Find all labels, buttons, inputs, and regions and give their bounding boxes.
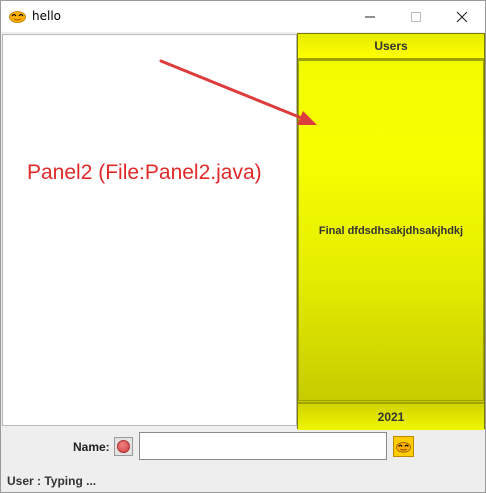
- name-input[interactable]: [139, 432, 387, 460]
- close-button[interactable]: [439, 1, 485, 32]
- users-header: Users: [298, 34, 484, 60]
- maximize-button[interactable]: [393, 1, 439, 32]
- users-panel: Users Final dfdsdhsakjdhsakjhdkj 2021: [297, 33, 485, 430]
- minimize-button[interactable]: [347, 1, 393, 32]
- final-message: Final dfdsdhsakjdhsakjhdkj: [318, 224, 464, 237]
- close-icon: [456, 11, 468, 22]
- status-text: User : Typing ...: [7, 474, 97, 488]
- duck-logo-icon: [9, 8, 26, 23]
- content-panel: [2, 34, 297, 426]
- send-button[interactable]: [393, 436, 414, 457]
- users-panel-body: Final dfdsdhsakjdhsakjhdkj: [298, 60, 484, 401]
- duck-logo-icon: [396, 442, 411, 453]
- year-footer: 2021: [298, 402, 484, 430]
- app-window: hello Users Final dfdsdhsakjdhsakjhdkj 2…: [0, 0, 486, 493]
- name-label: Name:: [73, 440, 110, 454]
- minimize-icon: [365, 16, 375, 17]
- maximize-icon: [411, 11, 421, 22]
- title-bar[interactable]: hello: [1, 1, 485, 32]
- record-button[interactable]: [114, 437, 133, 456]
- annotation-label: Panel2 (File:Panel2.java): [27, 161, 262, 184]
- window-title: hello: [32, 9, 61, 23]
- record-icon: [117, 440, 130, 453]
